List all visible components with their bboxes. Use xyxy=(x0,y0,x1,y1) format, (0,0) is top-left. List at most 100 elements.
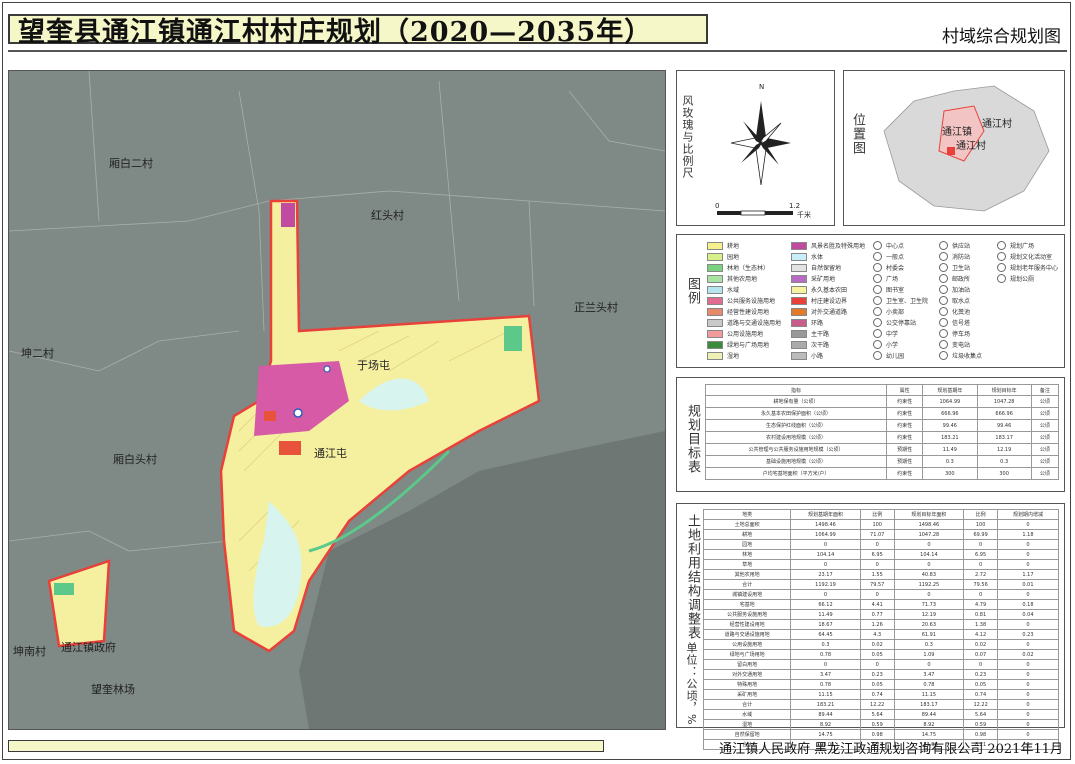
table-cell: 0.78 xyxy=(790,679,861,690)
table-row: 林地 104.14 6.95 104.14 6.95 0 xyxy=(702,549,1060,560)
table-cell: 64.45 xyxy=(790,629,861,640)
table-cell: 12.19 xyxy=(976,443,1032,456)
table-cell: 666.96 xyxy=(976,407,1032,420)
legend-panel: 图例 耕地 园地 林地（生态林） 其他农用地 水域 公共服务设施用地 经营性建设用地 道路与交… xyxy=(676,234,1065,368)
village-location-marker xyxy=(947,147,955,155)
table-cell: 5.64 xyxy=(859,709,895,720)
legend-swatch xyxy=(707,307,723,316)
table-cell: 0 xyxy=(996,719,1060,730)
legend-item-label: 规划老年服务中心 xyxy=(1010,265,1059,272)
footer-bar xyxy=(8,740,604,752)
table-cell: 林地 xyxy=(702,549,792,560)
table-cell: 23.17 xyxy=(790,569,861,580)
table-cell: 8.92 xyxy=(790,719,861,730)
legend-item-label: 水域 xyxy=(727,287,740,294)
legend-swatch xyxy=(791,274,807,283)
legend-item-label: 水体 xyxy=(811,254,824,261)
legend-swatch xyxy=(707,274,723,283)
table-cell: 0.18 xyxy=(996,599,1060,610)
table-cell: 0.01 xyxy=(996,579,1060,590)
table-row: 水域 89.44 5.64 89.44 5.64 0 xyxy=(702,709,1060,720)
table-row: 公共管理与公共服务设施用地规模（公顷） 预期性 11.49 12.19 公顷 xyxy=(705,443,1060,456)
table-row: 留白用地 0 0 0 0 0 xyxy=(702,659,1060,670)
table-row: 永久基本农田保护面积（公顷） 约束性 666.96 666.96 公顷 xyxy=(705,407,1060,420)
table-cell: 100 xyxy=(859,519,895,530)
legend-item: 环路 xyxy=(791,318,823,327)
table-cell: 户均宅基地面积（平方米/户） xyxy=(705,467,887,480)
legend-item: 卫生室、卫生院 xyxy=(873,296,928,305)
legend-item-label: 公共服务设施用地 xyxy=(727,298,776,305)
table-cell: 79.56 xyxy=(963,579,998,590)
main-map[interactable]: 厢白二村 红头村 正兰头村 坤二村 厢白头村 于场屯 通江屯 坤南村 通江镇政府… xyxy=(8,70,666,730)
legend-item: 消防站 xyxy=(939,252,970,261)
outlying-forest xyxy=(54,583,74,595)
legend-item: 广场 xyxy=(873,274,898,283)
table-cell: 耕地保有量（公顷） xyxy=(705,395,887,408)
table-cell: 0.02 xyxy=(963,639,998,650)
table-row: 道路与交通设施用地 64.45 4.3 61.91 4.12 0.23 xyxy=(702,629,1060,640)
legend-swatch xyxy=(791,296,807,305)
table-cell: 0.74 xyxy=(963,689,998,700)
table-cell: 公顷 xyxy=(1030,443,1060,456)
table-cell: 40.83 xyxy=(893,569,965,580)
table-cell: 公用设施用地 xyxy=(702,639,792,650)
legend-swatch xyxy=(791,307,807,316)
table-header-cell: 规划目标年 xyxy=(976,384,1032,396)
table-cell: 1.55 xyxy=(859,569,895,580)
legend-item-label: 一般点 xyxy=(886,254,905,261)
table-row: 特殊用地 0.78 0.05 0.78 0.05 0 xyxy=(702,679,1060,690)
table-cell: 0 xyxy=(893,659,965,670)
legend-symbol-icon xyxy=(939,340,948,349)
table-cell: 0 xyxy=(996,549,1060,560)
legend-item-label: 耕地 xyxy=(727,243,740,250)
table-cell: 6.95 xyxy=(859,549,895,560)
table-cell: 约束性 xyxy=(885,431,924,444)
table-row: 宅基地 66.12 4.41 71.73 4.79 0.18 xyxy=(702,599,1060,610)
table-cell: 0 xyxy=(859,559,895,570)
legend-item: 公共服务设施用地 xyxy=(707,296,775,305)
legend-item: 规划文化活动室 xyxy=(997,252,1052,261)
legend-swatch xyxy=(791,329,807,338)
legend-symbol-icon xyxy=(939,351,948,360)
goals-table-label: 规划目标表 xyxy=(685,404,700,474)
table-cell: 绿地与广场用地 xyxy=(702,649,792,660)
table-cell: 对外交通用地 xyxy=(702,669,792,680)
table-cell: 183.17 xyxy=(893,699,965,710)
legend-symbol-icon xyxy=(997,252,1006,261)
table-cell: 公顷 xyxy=(1030,467,1060,480)
legend-swatch xyxy=(707,285,723,294)
table-row: 耕地保有量（公顷） 约束性 1064.99 1047.28 公顷 xyxy=(705,395,1060,408)
legend-item-label: 风景名胜及特殊用地 xyxy=(811,243,866,250)
table-cell: 183.21 xyxy=(790,699,861,710)
table-cell: 0 xyxy=(996,659,1060,670)
legend-item: 永久基本农田 xyxy=(791,285,847,294)
scale-unit: 千米 xyxy=(797,210,811,219)
table-cell: 4.3 xyxy=(859,629,895,640)
table-cell: 1064.99 xyxy=(790,529,861,540)
table-cell: 79.57 xyxy=(859,579,895,590)
legend-item-label: 次干路 xyxy=(811,342,830,349)
legend-item: 绿地与广场用地 xyxy=(707,340,769,349)
legend-symbol-icon xyxy=(997,274,1006,283)
table-cell: 约束性 xyxy=(885,407,924,420)
table-cell: 公顷 xyxy=(1030,419,1060,432)
legend-item: 对外交通道路 xyxy=(791,307,847,316)
map-canvas: 厢白二村 红头村 正兰头村 坤二村 厢白头村 于场屯 通江屯 坤南村 通江镇政府… xyxy=(9,71,665,729)
legend-symbol-icon xyxy=(873,351,882,360)
legend-item: 经营性建设用地 xyxy=(707,307,769,316)
table-cell: 12.19 xyxy=(893,609,965,620)
legend-item: 规划广场 xyxy=(997,241,1034,250)
legend-swatch xyxy=(707,252,723,261)
table-cell: 0 xyxy=(996,519,1060,530)
legend-item: 水体 xyxy=(791,252,823,261)
table-cell: 公顷 xyxy=(1030,455,1060,468)
table-cell: 1.26 xyxy=(859,619,895,630)
table-cell: 4.79 xyxy=(963,599,998,610)
legend-item-label: 小学 xyxy=(886,342,899,349)
legend-item-label: 供应站 xyxy=(952,243,971,250)
table-cell: 0 xyxy=(996,699,1060,710)
legend-item-label: 规划文化活动室 xyxy=(1010,254,1053,261)
table-cell: 20.63 xyxy=(893,619,965,630)
table-cell: 0.05 xyxy=(963,679,998,690)
legend-item: 村庄建设边界 xyxy=(791,296,847,305)
